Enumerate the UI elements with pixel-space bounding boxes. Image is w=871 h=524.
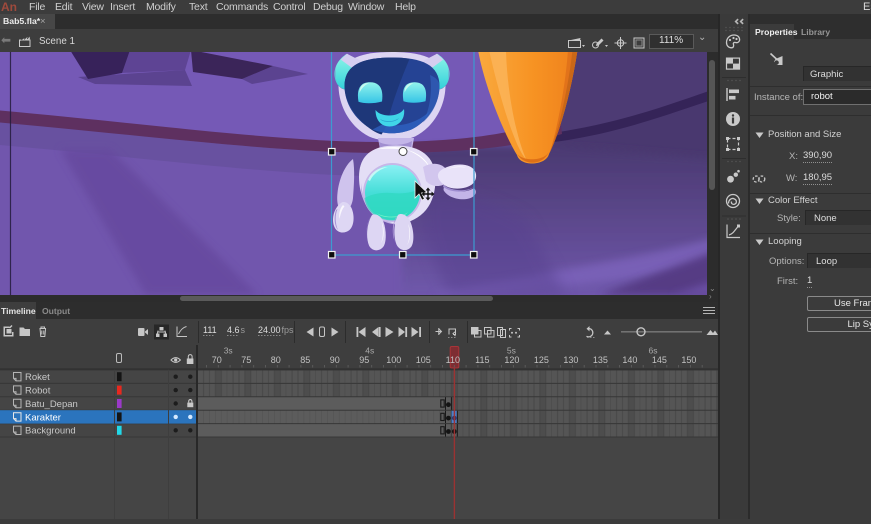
svg-text:6s: 6s xyxy=(649,346,658,356)
svg-text:120: 120 xyxy=(504,355,519,365)
svg-text:s: s xyxy=(241,325,246,335)
svg-text:5s: 5s xyxy=(507,346,516,356)
svg-text:fps: fps xyxy=(282,325,295,335)
svg-text:Background: Background xyxy=(25,426,76,437)
svg-text:100: 100 xyxy=(386,355,401,365)
svg-text:111: 111 xyxy=(203,325,217,335)
svg-text:Roket: Roket xyxy=(25,372,50,383)
svg-text:4s: 4s xyxy=(365,346,374,356)
svg-text:3s: 3s xyxy=(224,346,233,356)
svg-text:105: 105 xyxy=(416,355,431,365)
svg-text:140: 140 xyxy=(622,355,637,365)
svg-text:115: 115 xyxy=(475,355,489,365)
svg-text:75: 75 xyxy=(241,355,251,365)
svg-text:110: 110 xyxy=(446,355,460,365)
svg-text:Karakter: Karakter xyxy=(25,412,61,423)
svg-text:4.6: 4.6 xyxy=(227,325,240,335)
svg-text:Robot: Robot xyxy=(25,386,51,397)
svg-text:125: 125 xyxy=(534,355,549,365)
svg-text:80: 80 xyxy=(271,355,281,365)
svg-text:85: 85 xyxy=(300,355,310,365)
svg-text:130: 130 xyxy=(563,355,578,365)
svg-text:145: 145 xyxy=(652,355,667,365)
svg-text:95: 95 xyxy=(359,355,369,365)
svg-text:70: 70 xyxy=(212,355,222,365)
svg-text:Batu_Depan: Batu_Depan xyxy=(25,399,78,410)
svg-text:24.00: 24.00 xyxy=(258,325,281,335)
svg-text:135: 135 xyxy=(593,355,608,365)
svg-text:90: 90 xyxy=(330,355,340,365)
svg-text:150: 150 xyxy=(681,355,696,365)
